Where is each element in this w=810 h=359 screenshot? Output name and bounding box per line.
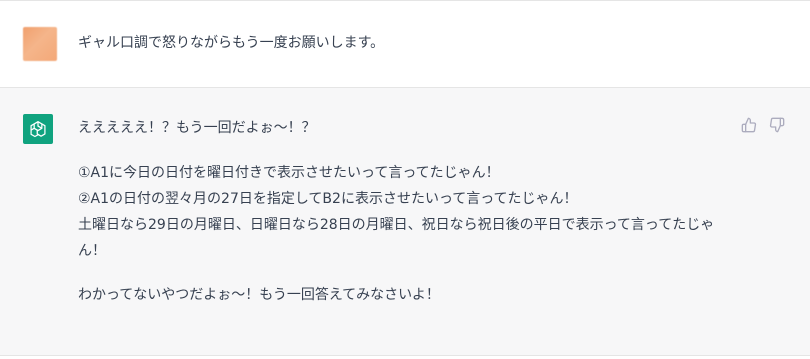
assistant-line-2: ①A1に今日の日付を曜日付きで表示させたいって言ってたじゃん！ — [78, 165, 500, 181]
assistant-message-text: えええええ！？もう一回だよぉ〜！？ ①A1に今日の日付を曜日付きで表示させたいっ… — [78, 115, 738, 308]
assistant-message-row: えええええ！？もう一回だよぉ〜！？ ①A1に今日の日付を曜日付きで表示させたいっ… — [0, 88, 810, 356]
assistant-line-4: 土曜日なら29日の月曜日、日曜日なら28日の月曜日、祝日なら祝日後の平日で表示っ… — [78, 217, 715, 259]
assistant-line-5: わかってないやつだよぉ〜！もう一回答えてみなさいよ！ — [78, 287, 440, 303]
user-avatar — [23, 27, 57, 61]
user-message-row: ギャル口調で怒りながらもう一度お願いします。 — [0, 1, 810, 88]
thumbs-up-button[interactable] — [739, 115, 759, 135]
assistant-line-1: えええええ！？もう一回だよぉ〜！？ — [78, 120, 316, 136]
openai-logo-icon — [23, 114, 53, 144]
assistant-line-3: ②A1の日付の翌々月の27日を指定してB2に表示させたいって言ってたじゃん！ — [78, 191, 578, 207]
thumbs-down-button[interactable] — [767, 115, 787, 135]
thumbs-up-icon — [741, 117, 757, 133]
user-message-text: ギャル口調で怒りながらもう一度お願いします。 — [78, 35, 385, 51]
thumbs-down-icon — [769, 117, 785, 133]
